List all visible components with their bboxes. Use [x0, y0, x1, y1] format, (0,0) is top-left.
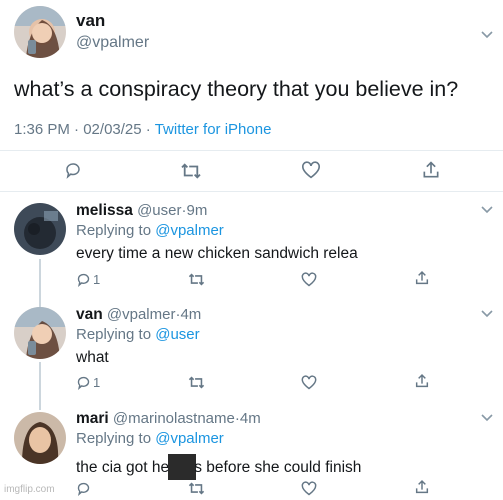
reply-count: 1: [93, 272, 101, 287]
reply-text: what: [76, 349, 109, 366]
replying-to: Replying to @vpalmer: [76, 430, 224, 447]
display-name[interactable]: van: [76, 11, 105, 31]
display-name[interactable]: melissa: [76, 202, 133, 219]
watermark: imgflip.com: [4, 484, 55, 495]
reply-icon[interactable]: [76, 272, 91, 287]
reply-age[interactable]: 4m: [240, 410, 261, 427]
avatar-melissa[interactable]: [14, 203, 66, 255]
replying-to-handle[interactable]: @vpalmer: [155, 222, 224, 239]
handle[interactable]: @vpalmer: [76, 34, 149, 52]
share-icon[interactable]: [421, 160, 441, 180]
reply-age[interactable]: 4m: [180, 306, 201, 323]
display-name[interactable]: van: [76, 306, 103, 323]
replying-label: Replying to: [76, 430, 152, 447]
retweet-icon[interactable]: [180, 162, 202, 180]
thread-line: [39, 259, 41, 307]
replying-to: Replying to @user: [76, 326, 200, 343]
reply-icon[interactable]: [76, 375, 91, 390]
avatar-mari[interactable]: [14, 412, 66, 464]
share-icon[interactable]: [414, 270, 430, 286]
retweet-icon[interactable]: [188, 272, 205, 287]
reply-count: 1: [93, 375, 101, 390]
reply-icon[interactable]: [76, 481, 91, 496]
tweet-date[interactable]: 02/03/25: [83, 121, 141, 138]
handle[interactable]: @vpalmer: [107, 306, 176, 323]
replying-to-handle[interactable]: @user: [155, 326, 199, 343]
replying-to-handle[interactable]: @vpalmer: [155, 430, 224, 447]
divider: [0, 191, 503, 192]
chevron-down-icon[interactable]: [480, 205, 494, 215]
meta-separator: ·: [74, 121, 84, 138]
replying-to: Replying to @vpalmer: [76, 222, 224, 239]
reply-text: every time a new chicken sandwich relea: [76, 245, 358, 262]
handle[interactable]: @marinolastname: [113, 410, 235, 427]
meta-separator: ·: [145, 121, 155, 138]
replying-label: Replying to: [76, 222, 152, 239]
tweet-time[interactable]: 1:36 PM: [14, 121, 70, 138]
redaction-block: [168, 454, 197, 480]
chevron-down-icon[interactable]: [480, 30, 494, 40]
display-name[interactable]: mari: [76, 410, 109, 427]
handle[interactable]: @user: [137, 202, 181, 219]
retweet-icon[interactable]: [188, 481, 205, 496]
avatar-van[interactable]: [14, 307, 66, 359]
divider: [0, 150, 503, 151]
tweet-meta: 1:36 PM · 02/03/25 · Twitter for iPhone: [14, 121, 271, 138]
reply-icon[interactable]: [64, 161, 82, 179]
share-icon[interactable]: [414, 373, 430, 389]
thread-line: [39, 362, 41, 410]
chevron-down-icon[interactable]: [480, 413, 494, 423]
reply-age[interactable]: 9m: [186, 202, 207, 219]
avatar-van[interactable]: [14, 6, 66, 58]
reply-text-start: the cia got her: [76, 459, 175, 476]
like-icon[interactable]: [301, 272, 317, 287]
share-icon[interactable]: [414, 479, 430, 495]
like-icon[interactable]: [301, 481, 317, 496]
chevron-down-icon[interactable]: [480, 309, 494, 319]
like-icon[interactable]: [301, 375, 317, 390]
like-icon[interactable]: [301, 161, 321, 179]
replying-label: Replying to: [76, 326, 152, 343]
tweet-text: what’s a conspiracy theory that you beli…: [14, 77, 459, 101]
reply-text-end: s before she could finish: [194, 459, 362, 476]
reply-header: van @vpalmer·4m: [76, 306, 201, 324]
tweet-source[interactable]: Twitter for iPhone: [155, 121, 272, 138]
reply-header: mari @marinolastname·4m: [76, 410, 261, 428]
reply-text: the cia got her s before she could finish: [76, 454, 361, 480]
retweet-icon[interactable]: [188, 375, 205, 390]
reply-header: melissa @user·9m: [76, 202, 207, 220]
